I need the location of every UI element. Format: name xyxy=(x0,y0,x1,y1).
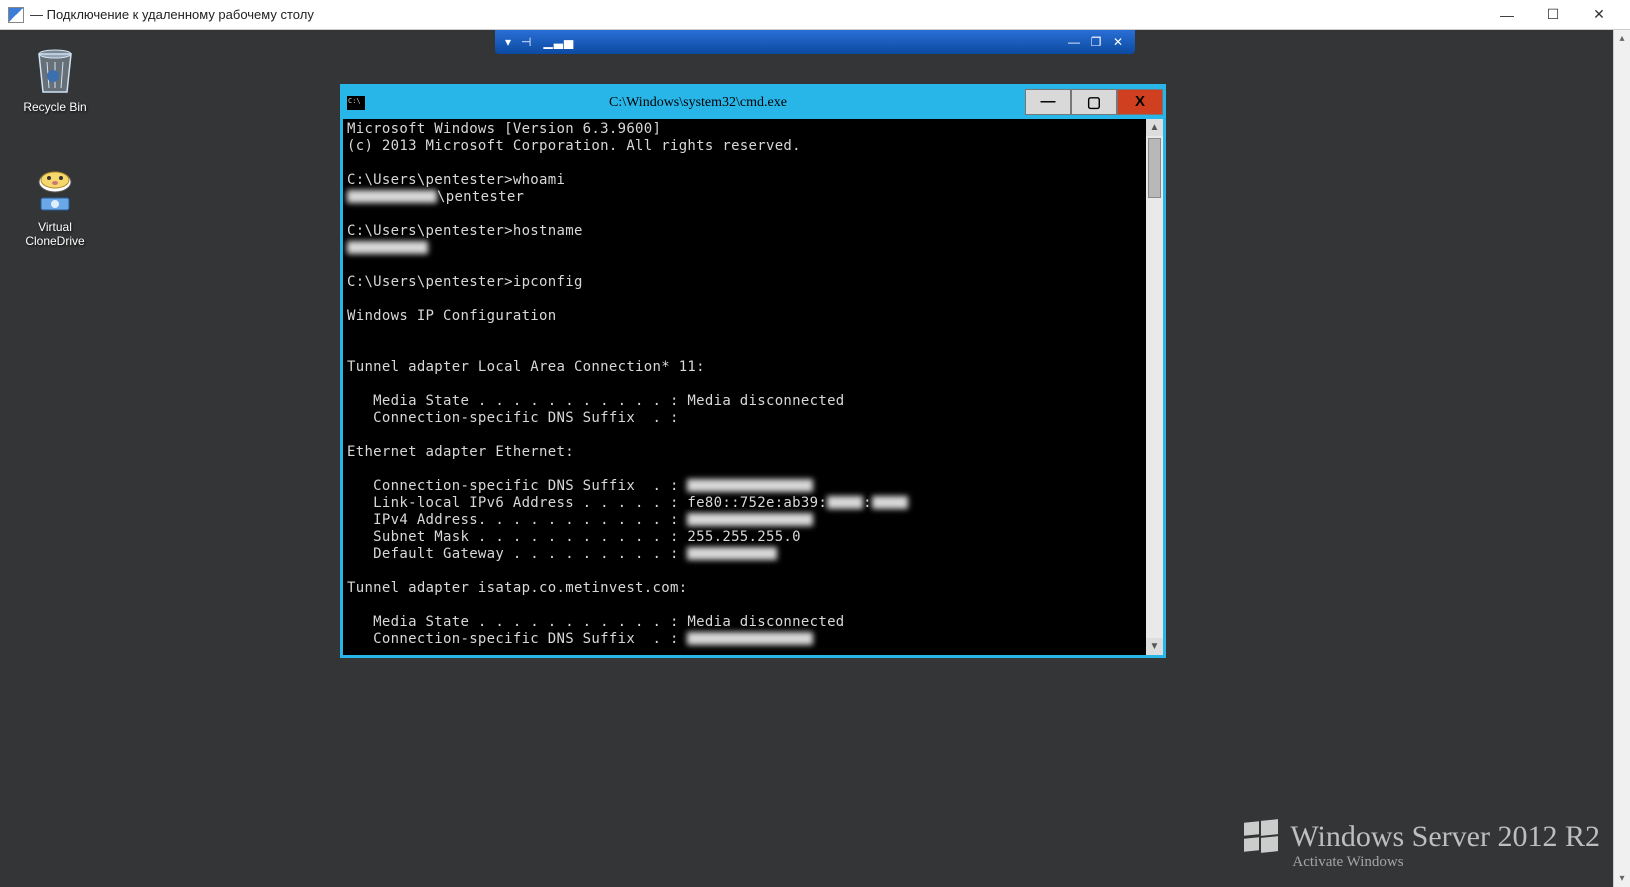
outer-maximize-button[interactable]: ☐ xyxy=(1530,0,1576,30)
scroll-up-icon[interactable]: ▲ xyxy=(1146,119,1163,136)
cmd-close-button[interactable]: X xyxy=(1117,89,1163,115)
windows-logo-icon xyxy=(1244,820,1278,854)
windows-watermark: Windows Server 2012 R2 Activate Windows xyxy=(1244,820,1600,871)
rdp-connection-bar[interactable]: ▾ ⊣ ▁▃▅ — ❐ ✕ xyxy=(495,30,1135,54)
outer-minimize-button[interactable]: — xyxy=(1484,0,1530,30)
desktop-icon-label: Virtual CloneDrive xyxy=(10,220,100,248)
virtual-clonedrive-icon xyxy=(29,164,81,216)
desktop-icon-recycle-bin[interactable]: Recycle Bin xyxy=(10,44,100,114)
viewport-scrollbar[interactable]: ▴ ▾ xyxy=(1613,30,1630,887)
rdp-bar-minimize-button[interactable]: — xyxy=(1063,33,1085,51)
recycle-bin-icon xyxy=(29,44,81,96)
rdp-window-title: — Подключение к удаленному рабочему стол… xyxy=(30,7,314,22)
scroll-down-icon[interactable]: ▾ xyxy=(1614,870,1630,887)
rdp-client-titlebar: — Подключение к удаленному рабочему стол… xyxy=(0,0,1630,30)
scroll-thumb[interactable] xyxy=(1148,138,1161,198)
scroll-down-icon[interactable]: ▼ xyxy=(1146,638,1163,655)
rdp-bar-pin-icon[interactable]: ⊣ xyxy=(521,35,531,49)
desktop-icon-virtual-clonedrive[interactable]: Virtual CloneDrive xyxy=(10,164,100,248)
cmd-window[interactable]: C:\Windows\system32\cmd.exe — ▢ X Micros… xyxy=(340,84,1166,658)
desktop-icon-label: Recycle Bin xyxy=(10,100,100,114)
rdp-bar-chevron-icon[interactable]: ▾ xyxy=(501,35,515,49)
rdp-icon xyxy=(8,7,24,23)
watermark-line2: Activate Windows xyxy=(1292,854,1600,871)
cmd-output[interactable]: Microsoft Windows [Version 6.3.9600](c) … xyxy=(343,119,1146,655)
scroll-up-icon[interactable]: ▴ xyxy=(1614,30,1630,47)
cmd-titlebar[interactable]: C:\Windows\system32\cmd.exe — ▢ X xyxy=(343,87,1163,119)
cmd-maximize-button[interactable]: ▢ xyxy=(1071,89,1117,115)
cmd-scrollbar[interactable]: ▲ ▼ xyxy=(1146,119,1163,655)
watermark-line1: Windows Server 2012 R2 xyxy=(1290,820,1600,854)
cmd-icon xyxy=(347,96,365,110)
outer-close-button[interactable]: ✕ xyxy=(1576,0,1622,30)
rdp-bar-restore-button[interactable]: ❐ xyxy=(1085,33,1107,51)
cmd-minimize-button[interactable]: — xyxy=(1025,89,1071,115)
cmd-title-text: C:\Windows\system32\cmd.exe xyxy=(371,95,1025,111)
cmd-body: Microsoft Windows [Version 6.3.9600](c) … xyxy=(343,119,1163,655)
rdp-bar-close-button[interactable]: ✕ xyxy=(1107,33,1129,51)
scroll-track[interactable] xyxy=(1614,47,1630,870)
remote-desktop[interactable]: ▾ ⊣ ▁▃▅ — ❐ ✕ Recycle Bin xyxy=(0,30,1630,887)
rdp-bar-signal-icon: ▁▃▅ xyxy=(543,35,574,49)
